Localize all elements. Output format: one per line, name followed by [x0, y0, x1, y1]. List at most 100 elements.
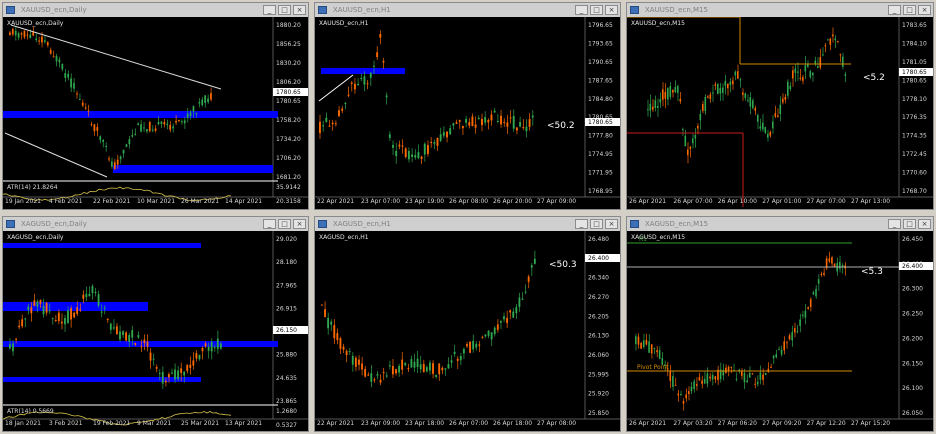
candle-body [410, 359, 413, 368]
minimize-button[interactable]: _ [575, 219, 588, 229]
minimize-button[interactable]: _ [263, 5, 276, 15]
candle-body [828, 258, 831, 262]
price-chart[interactable]: ATR(14) 21.8264 35.9142 20.3158 1880.20 1856… [3, 17, 308, 209]
candle-body [521, 298, 524, 300]
close-button[interactable]: × [293, 5, 306, 15]
time-scale-label: 14 Apr 2021 [225, 198, 262, 205]
candle-body [125, 332, 128, 341]
candle-body [102, 139, 105, 142]
chart-area[interactable]: 1783.65 1784.10 1781.05 1780.65 1778.10 1776.… [627, 17, 933, 209]
candle-body [812, 292, 815, 295]
chart-window-xagusd-h1[interactable]: XAGUSD_ecn,H1 _ □ × 26.48026.40026.34026… [314, 216, 621, 432]
chart-window-xagusd-m15[interactable]: XAGUSD_ecn,M15 _ □ × R1 Pivot Point 26.450… [626, 216, 934, 432]
candle-body [717, 83, 719, 94]
candle-body [472, 340, 475, 350]
maximize-button[interactable]: □ [278, 5, 291, 15]
price-chart[interactable]: ATR(14) 0.5669 1.2680 0.5327 29.020 28.180 27… [3, 231, 308, 431]
candle-body [157, 121, 160, 125]
chart-area[interactable]: ATR(14) 21.8264 35.9142 20.3158 1880.20 1856… [3, 17, 308, 209]
time-scale-label: 27 Apr 01:00 [762, 198, 801, 205]
candle-body [815, 288, 817, 297]
close-button[interactable]: × [293, 219, 306, 229]
price-scale-label: 1880.20 [276, 22, 301, 29]
time-scale-label: 27 Apr 12:20 [807, 420, 846, 427]
candle-body [474, 124, 477, 128]
close-button[interactable]: × [918, 219, 931, 229]
candle-body [195, 353, 198, 359]
chart-window-xauusd-daily[interactable]: XAUUSD_ecn,Daily _ □ × ATR(14) 21.8264 35… [2, 2, 309, 210]
window-titlebar[interactable]: XAGUSD_ecn,H1 _ □ × [315, 217, 620, 232]
window-titlebar[interactable]: XAGUSD_ecn,M15 _ □ × [627, 217, 933, 232]
candle-body [450, 360, 453, 363]
candle-body [642, 340, 645, 348]
maximize-button[interactable]: □ [590, 219, 603, 229]
maximize-button[interactable]: □ [278, 219, 291, 229]
candle-body [67, 73, 70, 78]
candle-body [475, 343, 478, 348]
candle-body [154, 128, 157, 131]
candle-body [119, 156, 122, 160]
candle-body [788, 335, 791, 340]
candle-body [833, 263, 836, 267]
minimize-button[interactable]: _ [263, 219, 276, 229]
candle-body [358, 359, 360, 365]
candle-body [210, 341, 213, 352]
candle-body [730, 366, 732, 368]
candle-body [695, 384, 698, 386]
window-titlebar[interactable]: XAUUSD_ecn,Daily _ □ × [3, 3, 308, 18]
candle-body [90, 124, 93, 126]
support-resistance-zone [3, 302, 148, 311]
candle-body [757, 115, 759, 122]
indicator-scale-label: 20.3158 [276, 198, 301, 205]
maximize-button[interactable]: □ [903, 219, 916, 229]
minimize-button[interactable]: _ [888, 219, 901, 229]
price-scale-label: 1776.35 [902, 114, 927, 121]
window-titlebar[interactable]: XAUUSD_ecn,M15 _ □ × [627, 3, 933, 18]
time-scale-label: 4 Feb 2021 [49, 198, 83, 205]
candle-body [496, 324, 499, 330]
candle-body [754, 383, 756, 385]
price-chart[interactable]: R1Pivot Point26.45026.40026.30026.25026.… [627, 231, 933, 431]
candle-body [111, 161, 113, 167]
chart-area[interactable]: R1Pivot Point26.45026.40026.30026.25026.… [627, 231, 933, 431]
candle-body [32, 32, 35, 36]
close-button[interactable]: × [918, 5, 931, 15]
minimize-button[interactable]: _ [575, 5, 588, 15]
price-scale-label: 1790.65 [588, 59, 613, 66]
candle-body [693, 381, 695, 389]
candle-body [167, 374, 170, 378]
chart-area[interactable]: ATR(14) 0.5669 1.2680 0.5327 29.020 28.180 27… [3, 231, 308, 431]
candle-body [839, 54, 842, 56]
window-titlebar[interactable]: XAGUSD_ecn,Daily _ □ × [3, 217, 308, 232]
time-scale-label: 26 Apr 07:00 [449, 420, 488, 427]
close-button[interactable]: × [605, 5, 618, 15]
window-titlebar[interactable]: XAUUSD_ecn,H1 _ □ × [315, 3, 620, 18]
chart-window-xagusd-daily[interactable]: XAGUSD_ecn,Daily _ □ × ATR(14) 0.5669 1.2… [2, 216, 309, 432]
chart-window-xauusd-h1[interactable]: XAUUSD_ecn,H1 _ □ × 1796.65 1793.65 1790.6… [314, 2, 621, 210]
price-scale-label: 1780.65 [902, 77, 927, 84]
candle-body [645, 339, 648, 345]
close-button[interactable]: × [605, 219, 618, 229]
candle-body [528, 119, 531, 127]
candle-body [481, 336, 484, 338]
candle-body [382, 371, 385, 373]
candle-body [677, 86, 679, 93]
maximize-button[interactable]: □ [590, 5, 603, 15]
time-scale-label: 27 Apr 08:00 [537, 420, 576, 427]
candle-body [52, 56, 55, 58]
minimize-button[interactable]: _ [888, 5, 901, 15]
chart-area[interactable]: 1796.65 1793.65 1790.65 1787.65 1784.80 1780.… [315, 17, 620, 209]
window-title: XAUUSD_ecn,M15 [645, 6, 708, 14]
candle-body [820, 273, 823, 275]
price-chart[interactable]: 1783.65 1784.10 1781.05 1780.65 1778.10 1776.… [627, 17, 933, 209]
chart-window-xauusd-m15[interactable]: XAUUSD_ecn,M15 _ □ × 1783.65 1784.10 1781.… [626, 2, 934, 210]
candle-body [679, 98, 682, 102]
price-chart[interactable]: 1796.65 1793.65 1790.65 1787.65 1784.80 1780.… [315, 17, 620, 209]
maximize-button[interactable]: □ [903, 5, 916, 15]
candle-body [344, 102, 347, 104]
chart-area[interactable]: 26.480 26.400 26.340 26.270 26.205 26.130 26.0… [315, 231, 620, 431]
candle-body [429, 362, 431, 371]
candle-body [759, 126, 762, 129]
support-resistance-zone [113, 165, 273, 173]
candle-body [727, 83, 729, 89]
